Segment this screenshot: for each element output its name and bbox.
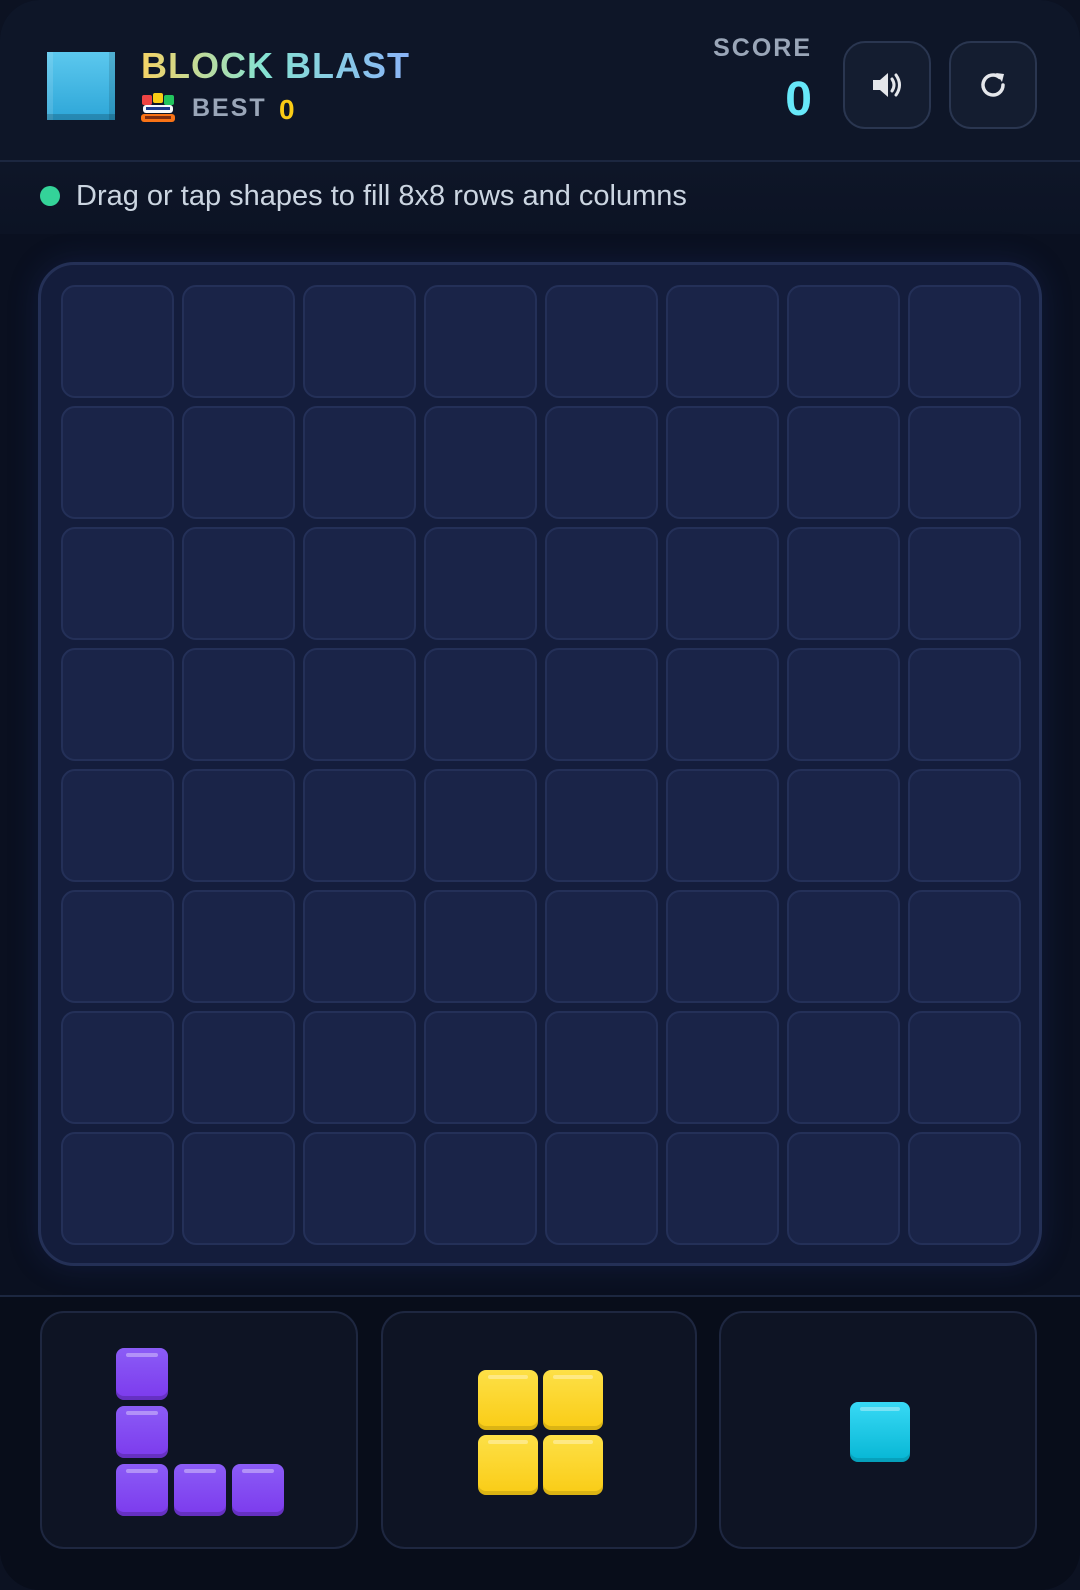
piece-block[interactable] [850, 1402, 910, 1462]
board-cell[interactable] [424, 285, 537, 398]
board-cell[interactable] [908, 1132, 1021, 1245]
board-cell[interactable] [908, 648, 1021, 761]
board-cell[interactable] [908, 406, 1021, 519]
board-cell[interactable] [666, 527, 779, 640]
board-cell[interactable] [424, 1132, 537, 1245]
board-cell[interactable] [303, 285, 416, 398]
block-puzzle-badge-icon [141, 93, 175, 122]
board-cell[interactable] [182, 527, 295, 640]
status-dot-icon [40, 186, 60, 206]
game-title: BLOCK BLAST [141, 45, 410, 86]
board-cell[interactable] [182, 406, 295, 519]
board-grid [61, 285, 1021, 1245]
piece-block[interactable] [174, 1464, 226, 1516]
board-cell[interactable] [545, 769, 658, 882]
piece-block[interactable] [543, 1435, 603, 1495]
board-cell[interactable] [666, 406, 779, 519]
board-cell[interactable] [787, 1132, 900, 1245]
piece-block[interactable] [116, 1348, 168, 1400]
board-cell[interactable] [182, 890, 295, 1003]
piece-block[interactable] [543, 1370, 603, 1430]
sound-toggle-button[interactable] [843, 41, 931, 129]
board-cell[interactable] [61, 285, 174, 398]
board-cell[interactable] [666, 769, 779, 882]
board-cell[interactable] [545, 527, 658, 640]
board-cell[interactable] [666, 1011, 779, 1124]
board-cell[interactable] [182, 1132, 295, 1245]
board-cell[interactable] [182, 285, 295, 398]
block-cube-icon [47, 52, 115, 120]
board-cell[interactable] [61, 648, 174, 761]
board-cell[interactable] [666, 890, 779, 1003]
board-cell[interactable] [666, 648, 779, 761]
piece-slot-2[interactable] [381, 1311, 697, 1549]
board-cell[interactable] [545, 406, 658, 519]
board-cell[interactable] [908, 890, 1021, 1003]
piece-slot-1[interactable] [40, 1311, 358, 1549]
board-cell[interactable] [545, 890, 658, 1003]
piece-block[interactable] [478, 1370, 538, 1430]
board-cell[interactable] [424, 890, 537, 1003]
piece-block[interactable] [116, 1406, 168, 1458]
board-cell[interactable] [787, 890, 900, 1003]
board-cell[interactable] [424, 1011, 537, 1124]
score-value: 0 [785, 73, 812, 126]
board-cell[interactable] [545, 285, 658, 398]
game-board[interactable] [38, 262, 1042, 1266]
board-cell[interactable] [666, 285, 779, 398]
board-cell[interactable] [424, 527, 537, 640]
board-cell[interactable] [303, 648, 416, 761]
restart-button[interactable] [949, 41, 1037, 129]
piece-block[interactable] [116, 1464, 168, 1516]
board-cell[interactable] [787, 769, 900, 882]
board-cell[interactable] [303, 527, 416, 640]
board-cell[interactable] [787, 527, 900, 640]
speaker-icon [873, 73, 901, 97]
board-cell[interactable] [908, 1011, 1021, 1124]
best-label: BEST [192, 94, 267, 122]
board-cell[interactable] [61, 1011, 174, 1124]
board-cell[interactable] [61, 527, 174, 640]
piece-tray [0, 1295, 1080, 1590]
board-cell[interactable] [666, 1132, 779, 1245]
board-cell[interactable] [303, 890, 416, 1003]
board-cell[interactable] [424, 769, 537, 882]
board-cell[interactable] [182, 648, 295, 761]
board-cell[interactable] [61, 890, 174, 1003]
board-cell[interactable] [61, 406, 174, 519]
board-cell[interactable] [303, 1011, 416, 1124]
piece-block[interactable] [232, 1464, 284, 1516]
board-cell[interactable] [787, 1011, 900, 1124]
board-cell[interactable] [182, 769, 295, 882]
board-cell[interactable] [545, 1011, 658, 1124]
board-cell[interactable] [61, 1132, 174, 1245]
board-cell[interactable] [908, 769, 1021, 882]
game-app: BLOCK BLAST BEST 0 SCORE 0 Drag or tap s… [0, 0, 1080, 1590]
piece-block[interactable] [478, 1435, 538, 1495]
piece-slot-3[interactable] [719, 1311, 1037, 1549]
best-score-value: 0 [279, 94, 295, 125]
board-cell[interactable] [908, 285, 1021, 398]
board-cell[interactable] [182, 1011, 295, 1124]
score-label: SCORE [713, 34, 812, 62]
board-cell[interactable] [787, 648, 900, 761]
board-cell[interactable] [303, 769, 416, 882]
board-cell[interactable] [545, 1132, 658, 1245]
board-cell[interactable] [787, 285, 900, 398]
board-cell[interactable] [424, 406, 537, 519]
board-cell[interactable] [908, 527, 1021, 640]
header: BLOCK BLAST BEST 0 SCORE 0 [0, 0, 1080, 162]
hint-bar: Drag or tap shapes to fill 8x8 rows and … [0, 162, 1080, 234]
board-cell[interactable] [545, 648, 658, 761]
board-cell[interactable] [303, 406, 416, 519]
restart-icon [981, 73, 1005, 97]
board-cell[interactable] [424, 648, 537, 761]
board-cell[interactable] [787, 406, 900, 519]
board-cell[interactable] [303, 1132, 416, 1245]
board-cell[interactable] [61, 769, 174, 882]
hint-text: Drag or tap shapes to fill 8x8 rows and … [76, 180, 687, 212]
